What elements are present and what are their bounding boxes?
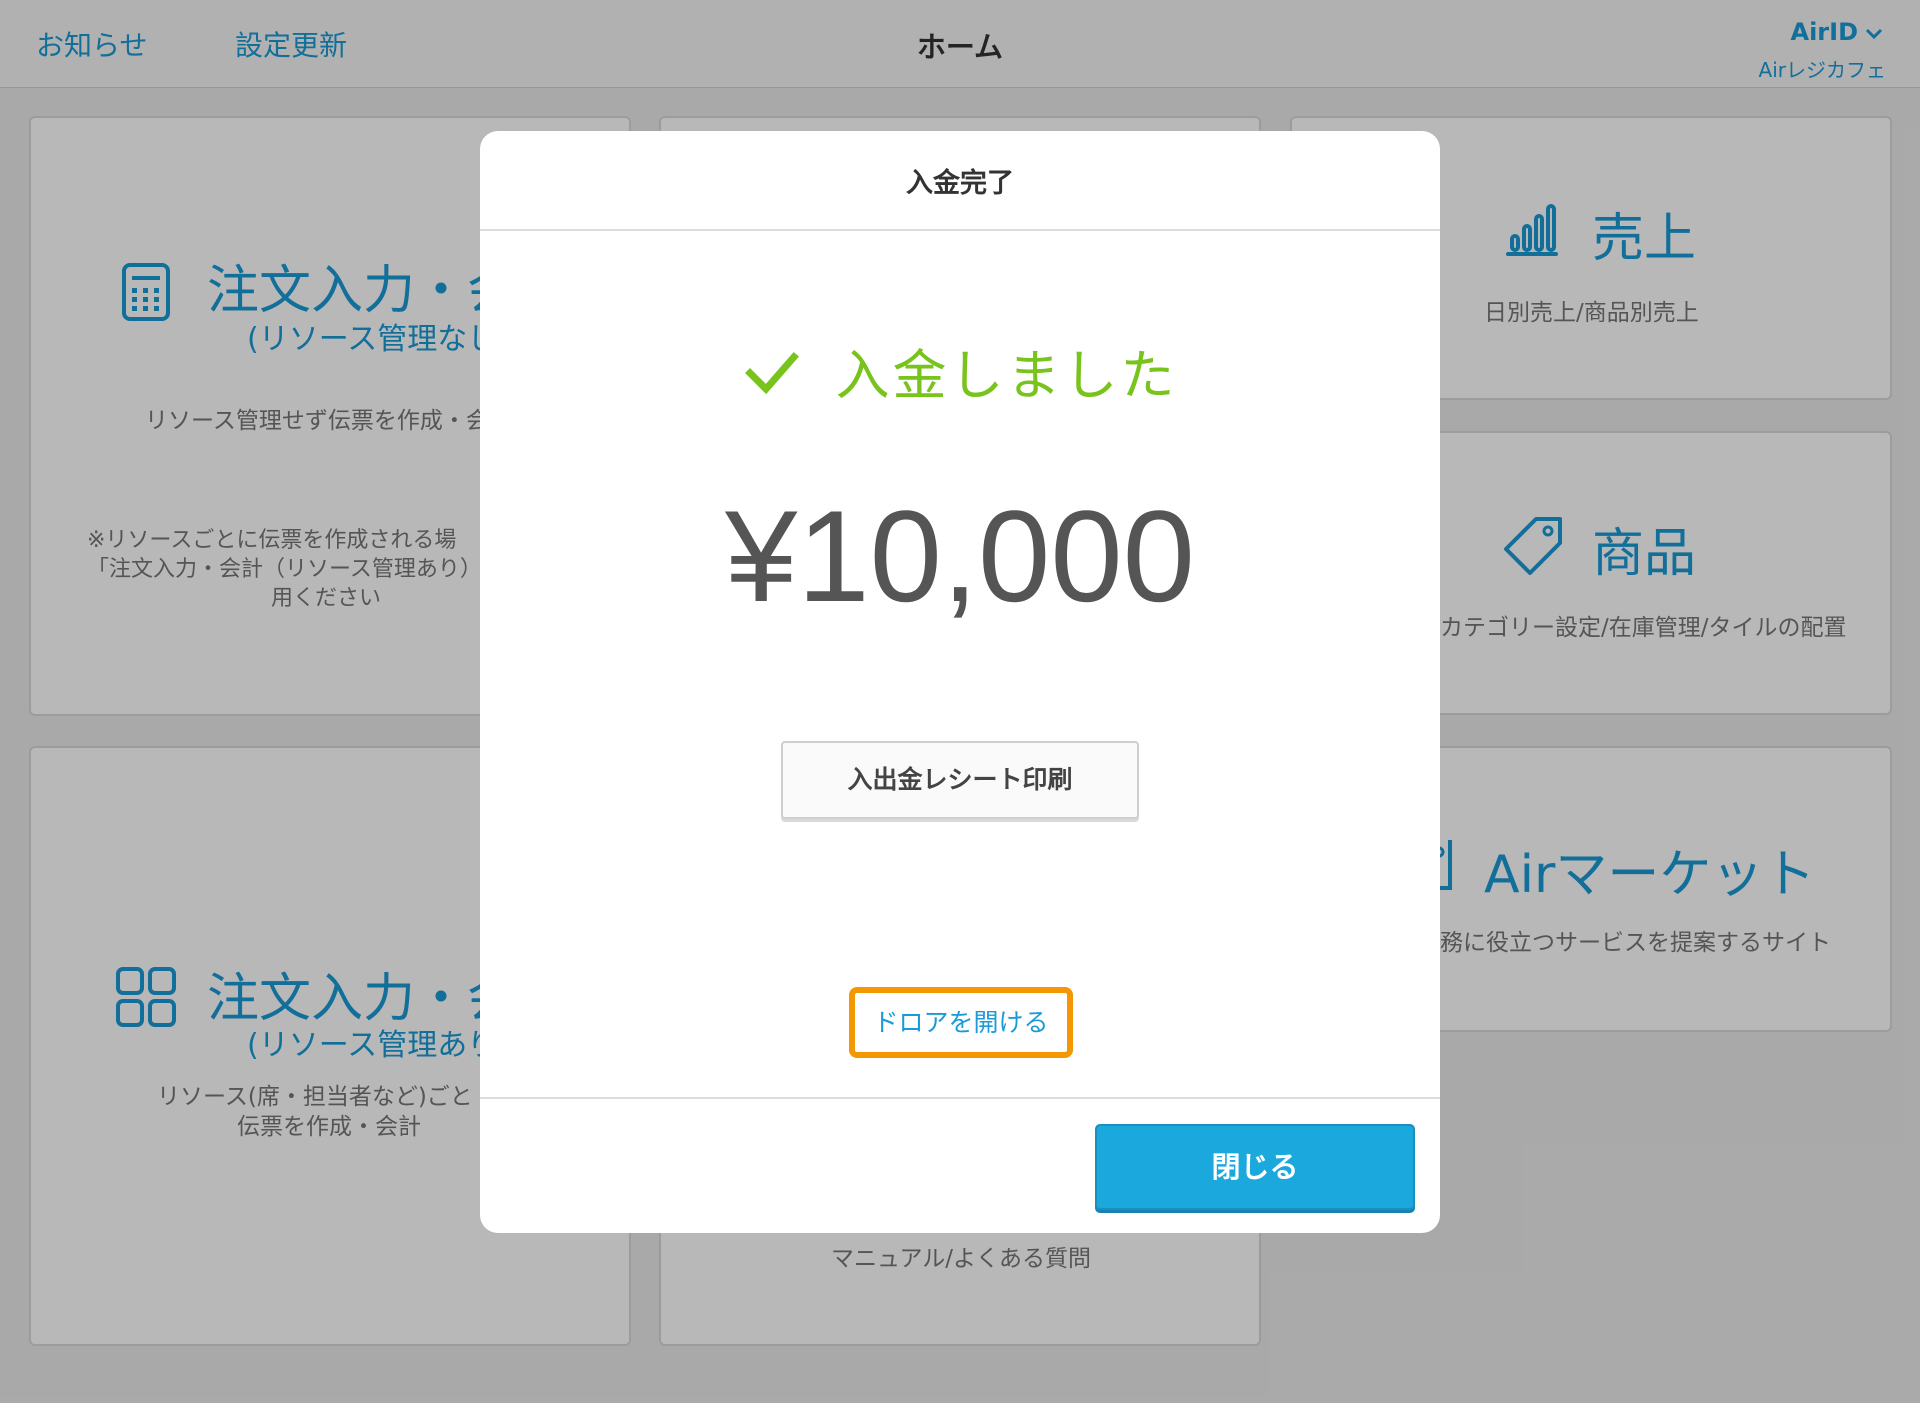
- divider: [480, 1097, 1440, 1099]
- print-receipt-button[interactable]: 入出金レシート印刷: [781, 741, 1139, 819]
- open-drawer-link[interactable]: ドロアを開ける: [849, 987, 1073, 1058]
- divider: [480, 229, 1440, 231]
- success-row: 入金しました: [480, 331, 1440, 410]
- deposit-amount: ¥10,000: [725, 483, 1195, 629]
- close-button[interactable]: 閉じる: [1095, 1124, 1415, 1210]
- checkmark-icon: [742, 341, 802, 401]
- deposit-complete-dialog: 入金完了 入金しました ¥10,000 入出金レシート印刷 ドロアを開ける 閉じ…: [480, 131, 1440, 1233]
- success-message: 入金しました: [835, 344, 1178, 407]
- dialog-title: 入金完了: [906, 168, 1014, 199]
